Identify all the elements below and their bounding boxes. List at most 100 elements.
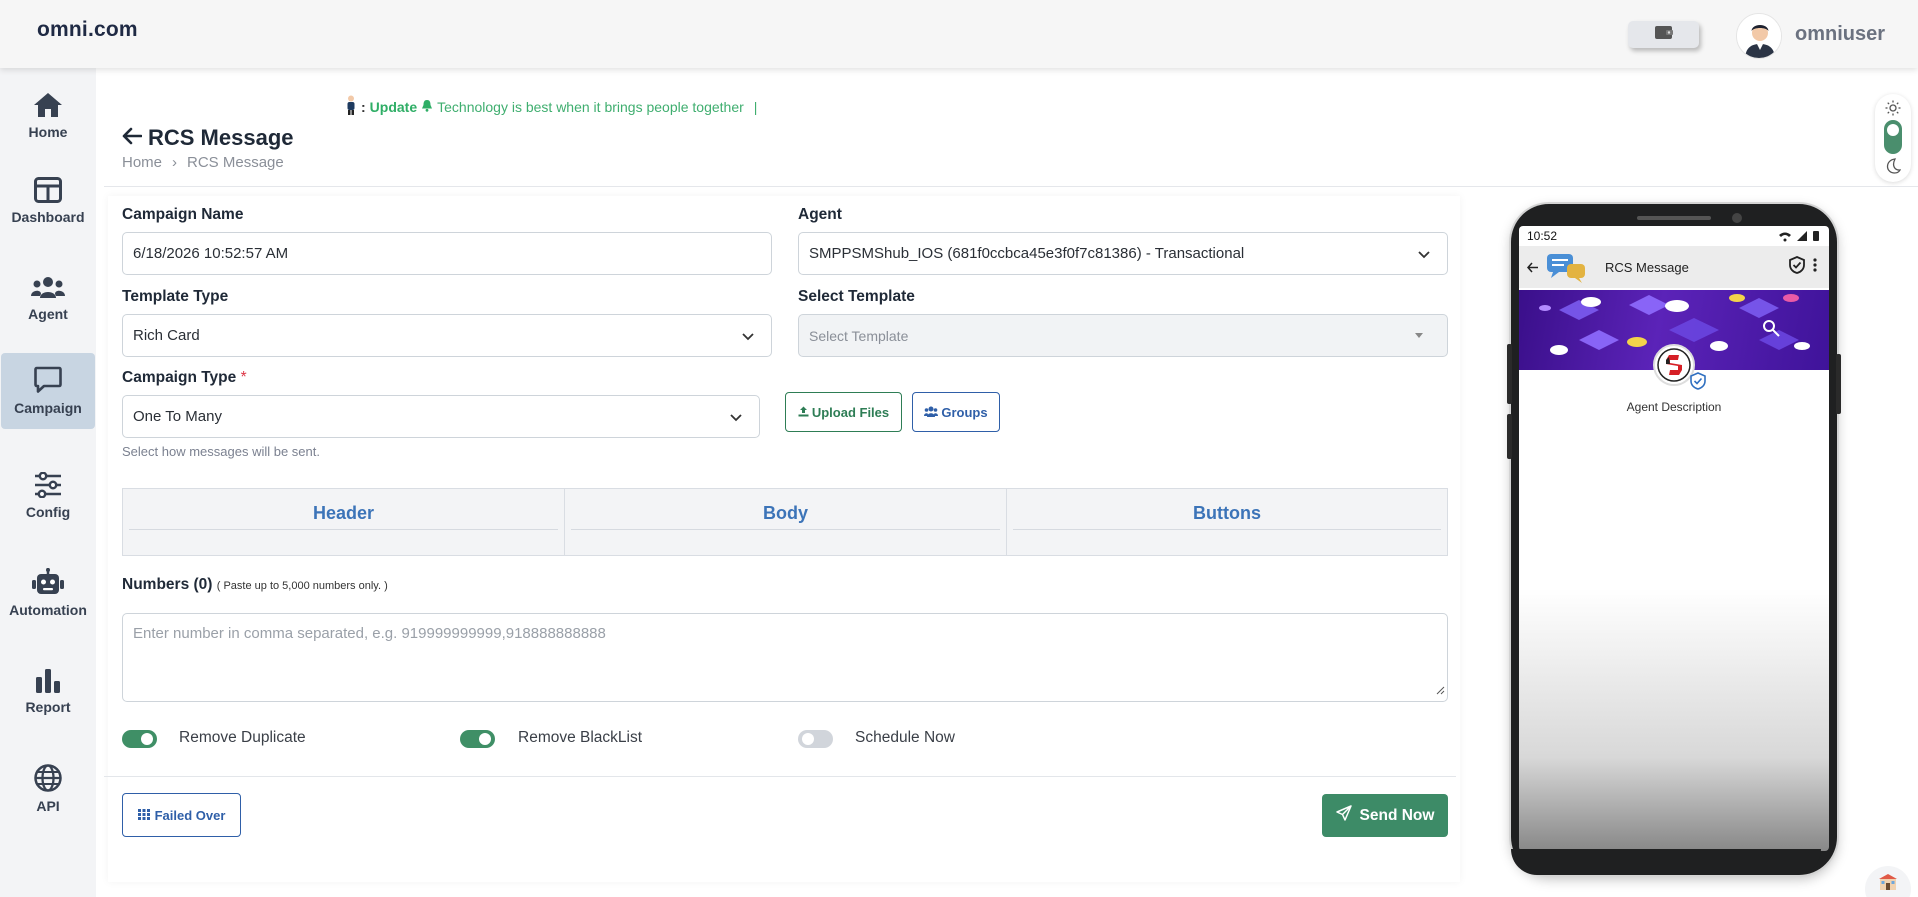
phone-preview: 10:52 RCS Message Agent Description xyxy=(1507,204,1841,875)
breadcrumb-home[interactable]: Home xyxy=(122,154,162,171)
groups-button[interactable]: Groups xyxy=(912,392,1000,432)
template-type-select[interactable]: Rich Card xyxy=(122,314,772,357)
remove-blacklist-label: Remove BlackList xyxy=(518,729,643,746)
agent-logo xyxy=(1653,344,1695,386)
chat-icon xyxy=(34,366,62,394)
ticker-cursor: | xyxy=(753,98,758,115)
theme-switch[interactable] xyxy=(1875,94,1911,182)
sliders-icon xyxy=(34,472,62,498)
template-type-value: Rich Card xyxy=(133,327,200,344)
tab-body-label: Body xyxy=(763,503,808,523)
tab-divider xyxy=(571,529,1000,530)
phone-app-title: RCS Message xyxy=(1605,260,1689,275)
sidebar-item-api[interactable]: API xyxy=(0,751,96,827)
sidebar-item-label: Automation xyxy=(9,602,87,618)
template-type-label: Template Type xyxy=(122,288,229,305)
sidebar-item-campaign[interactable]: Campaign xyxy=(1,353,95,429)
bar-chart-icon xyxy=(36,667,60,693)
breadcrumb: Home › RCS Message xyxy=(122,154,284,171)
brand-logo[interactable]: omni.com xyxy=(37,18,138,42)
rcs-chat-icon xyxy=(1545,252,1589,289)
back-arrow-icon[interactable] xyxy=(122,125,143,151)
phone-screen: 10:52 RCS Message Agent Description xyxy=(1519,226,1829,851)
sidebar-item-home[interactable]: Home xyxy=(0,78,96,154)
failed-over-button[interactable]: Failed Over xyxy=(122,793,241,837)
tab-divider xyxy=(129,529,558,530)
send-now-button[interactable]: Send Now xyxy=(1322,794,1448,837)
user-name[interactable]: omniuser xyxy=(1795,23,1885,46)
page-title: RCS Message xyxy=(122,125,294,151)
phone-time: 10:52 xyxy=(1527,229,1558,243)
phone-side-button xyxy=(1507,414,1512,459)
user-avatar[interactable] xyxy=(1736,13,1782,59)
phone-app-bar: RCS Message xyxy=(1519,246,1829,288)
help-widget-button[interactable] xyxy=(1865,866,1911,897)
required-mark: * xyxy=(240,369,247,386)
page-title-text: RCS Message xyxy=(148,125,294,150)
numbers-label: Numbers (0) ( Paste up to 5,000 numbers … xyxy=(122,576,388,594)
breadcrumb-current: RCS Message xyxy=(187,154,284,171)
users-icon xyxy=(31,276,65,300)
send-now-label: Send Now xyxy=(1359,806,1435,824)
agent-select-value: SMPPSMShub_IOS (681f0ccbca45e3f0f7c81386… xyxy=(809,245,1245,262)
wallet-button[interactable] xyxy=(1628,21,1699,48)
sidebar-item-label: Agent xyxy=(28,306,68,322)
remove-duplicate-toggle[interactable] xyxy=(122,730,157,748)
sun-icon[interactable] xyxy=(1885,100,1901,121)
person-icon xyxy=(345,95,357,118)
chevron-down-icon xyxy=(729,410,743,427)
back-arrow-icon[interactable] xyxy=(1526,260,1539,278)
select-template-dropdown[interactable]: Select Template xyxy=(798,314,1448,357)
sidebar-item-automation[interactable]: Automation xyxy=(0,555,96,631)
phone-camera xyxy=(1732,213,1742,223)
moon-icon[interactable] xyxy=(1886,158,1902,179)
announcement-ticker: : Update Technology is best when it brin… xyxy=(345,95,757,118)
upload-files-label: Upload Files xyxy=(811,404,890,420)
agent-select[interactable]: SMPPSMShub_IOS (681f0ccbca45e3f0f7c81386… xyxy=(798,232,1448,275)
tab-body[interactable]: Body xyxy=(564,488,1007,556)
signal-icon xyxy=(1777,230,1821,245)
top-bar: omni.com omniuser xyxy=(0,0,1918,68)
phone-side-button xyxy=(1507,344,1512,404)
shield-check-icon xyxy=(1789,256,1805,279)
sidebar-item-label: Report xyxy=(25,699,71,715)
more-vertical-icon[interactable] xyxy=(1813,258,1817,277)
tab-buttons[interactable]: Buttons xyxy=(1006,488,1448,556)
tab-header[interactable]: Header xyxy=(122,488,565,556)
sidebar-item-label: Config xyxy=(25,504,71,520)
numbers-hint: ( Paste up to 5,000 numbers only. ) xyxy=(216,580,388,592)
campaign-type-select[interactable]: One To Many xyxy=(122,395,760,438)
sidebar-item-config[interactable]: Config xyxy=(0,458,96,534)
upload-files-button[interactable]: Upload Files xyxy=(785,392,902,432)
robot-icon xyxy=(32,568,64,596)
campaign-type-label-text: Campaign Type xyxy=(122,369,237,386)
agent-label: Agent xyxy=(798,206,842,223)
tab-header-label: Header xyxy=(312,503,375,523)
chevron-down-icon xyxy=(741,329,755,346)
ticker-message: Technology is best when it brings people… xyxy=(437,98,744,115)
send-icon xyxy=(1335,805,1352,826)
campaign-type-help: Select how messages will be sent. xyxy=(122,444,320,459)
dashboard-icon xyxy=(34,177,62,203)
divider xyxy=(104,186,1918,187)
campaign-name-input[interactable]: 6/18/2026 10:52:57 AM xyxy=(122,232,772,275)
ticker-prefix: : xyxy=(361,98,366,115)
numbers-textarea[interactable]: Enter number in comma separated, e.g. 91… xyxy=(122,613,1448,702)
ticker-update: Update xyxy=(369,98,418,115)
tab-divider xyxy=(1013,529,1441,530)
sidebar-item-label: Dashboard xyxy=(11,209,85,225)
sidebar-item-report[interactable]: Report xyxy=(0,653,96,729)
sidebar-item-dashboard[interactable]: Dashboard xyxy=(0,163,96,239)
remove-duplicate-label: Remove Duplicate xyxy=(179,729,306,746)
caret-down-icon xyxy=(1415,333,1423,338)
phone-bottom-bezel xyxy=(1511,849,1821,875)
phone-speaker xyxy=(1637,216,1711,220)
theme-toggle-pill[interactable] xyxy=(1884,120,1902,154)
schedule-now-toggle[interactable] xyxy=(798,730,833,748)
phone-status-bar: 10:52 xyxy=(1519,226,1829,246)
shop-icon xyxy=(1877,873,1899,896)
resize-handle-icon[interactable] xyxy=(1435,682,1445,699)
sidebar-item-agent[interactable]: Agent xyxy=(0,261,96,337)
breadcrumb-separator: › xyxy=(172,154,178,171)
remove-blacklist-toggle[interactable] xyxy=(460,730,495,748)
